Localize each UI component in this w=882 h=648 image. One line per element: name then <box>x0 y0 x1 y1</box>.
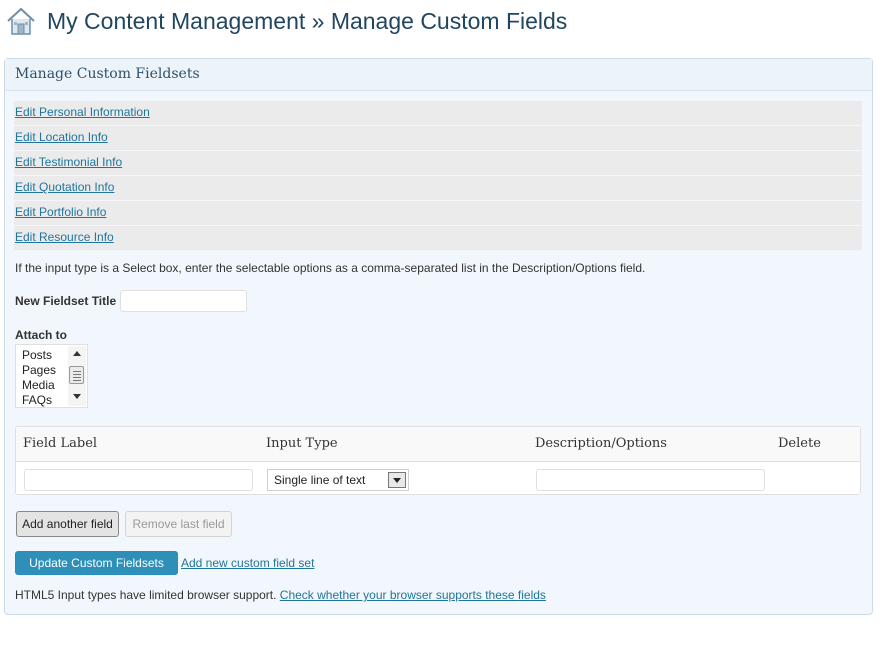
html5-note: HTML5 Input types have limited browser s… <box>15 588 546 602</box>
col-field-label: Field Label <box>23 436 98 451</box>
fieldset-list: Edit Personal Information Edit Location … <box>14 101 862 251</box>
table-header: Field Label Input Type Description/Optio… <box>16 427 860 462</box>
listbox-scrollbar[interactable] <box>68 346 86 406</box>
attach-option[interactable]: Pages <box>22 363 56 378</box>
col-delete: Delete <box>778 436 821 451</box>
edit-fieldset-link[interactable]: Edit Portfolio Info <box>15 205 106 219</box>
field-label-input[interactable] <box>24 469 253 491</box>
page-title: My Content Management » Manage Custom Fi… <box>47 7 568 34</box>
html5-note-text: HTML5 Input types have limited browser s… <box>15 588 277 602</box>
input-type-select[interactable]: Single line of text <box>267 469 409 491</box>
edit-fieldset-link[interactable]: Edit Quotation Info <box>15 180 114 194</box>
home-icon <box>7 7 35 35</box>
add-new-fieldset-link[interactable]: Add new custom field set <box>181 556 314 570</box>
input-type-value: Single line of text <box>274 473 366 487</box>
edit-fieldset-link[interactable]: Edit Resource Info <box>15 230 114 244</box>
list-item: Edit Personal Information <box>14 101 862 125</box>
new-fieldset-title-input[interactable] <box>120 290 248 312</box>
list-item: Edit Resource Info <box>14 226 862 250</box>
col-description: Description/Options <box>535 436 667 451</box>
list-item: Edit Portfolio Info <box>14 201 862 225</box>
edit-fieldset-link[interactable]: Edit Testimonial Info <box>15 155 122 169</box>
list-item: Edit Testimonial Info <box>14 151 862 175</box>
remove-field-button[interactable]: Remove last field <box>125 511 232 537</box>
attach-to-listbox[interactable]: Posts Pages Media FAQs <box>15 344 88 408</box>
scroll-down-icon[interactable] <box>73 394 81 399</box>
list-item: Edit Location Info <box>14 126 862 150</box>
select-options-note: If the input type is a Select box, enter… <box>15 261 646 275</box>
page-header: My Content Management » Manage Custom Fi… <box>5 4 567 38</box>
table-row: Single line of text <box>16 462 860 496</box>
attach-option[interactable]: Posts <box>22 348 56 363</box>
chevron-down-icon[interactable] <box>388 472 406 488</box>
attach-to-label: Attach to <box>15 328 67 342</box>
scroll-up-icon[interactable] <box>73 351 81 356</box>
attach-option[interactable]: Media <box>22 378 56 393</box>
scroll-thumb[interactable] <box>69 366 84 384</box>
description-options-input[interactable] <box>536 469 765 491</box>
browser-support-link[interactable]: Check whether your browser supports thes… <box>280 588 546 602</box>
new-fieldset-title-label: New Fieldset Title <box>15 294 117 308</box>
list-item: Edit Quotation Info <box>14 176 862 200</box>
attach-option[interactable]: FAQs <box>22 393 56 408</box>
update-fieldsets-button[interactable]: Update Custom Fieldsets <box>15 551 178 575</box>
add-field-button[interactable]: Add another field <box>16 511 119 537</box>
fieldsets-panel: Manage Custom Fieldsets Edit Personal In… <box>4 58 873 615</box>
new-fieldset-title-row: New Fieldset Title <box>15 290 248 312</box>
edit-fieldset-link[interactable]: Edit Location Info <box>15 130 108 144</box>
edit-fieldset-link[interactable]: Edit Personal Information <box>15 105 150 119</box>
col-input-type: Input Type <box>266 436 338 451</box>
fields-table: Field Label Input Type Description/Optio… <box>15 426 861 495</box>
panel-title: Manage Custom Fieldsets <box>5 59 872 91</box>
